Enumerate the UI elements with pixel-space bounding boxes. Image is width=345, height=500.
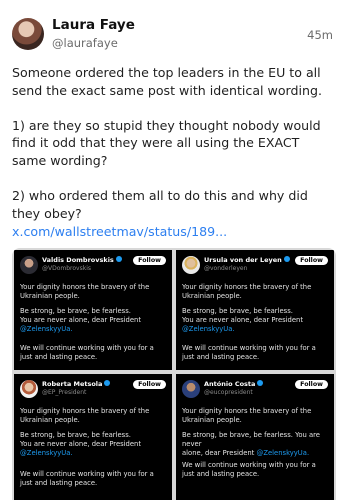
author-avatar[interactable] bbox=[12, 18, 44, 50]
tweet-card-costa: António Costa @eucopresident Follow Your… bbox=[176, 374, 334, 500]
card-author-handle: @EP_President bbox=[42, 389, 87, 396]
follow-button: Follow bbox=[133, 380, 166, 389]
tweet-card-dombrovskis: Valdis Dombrovskis @VDombrovskis Follow … bbox=[14, 250, 172, 370]
avatar bbox=[182, 256, 200, 274]
embedded-image[interactable]: Valdis Dombrovskis @VDombrovskis Follow … bbox=[12, 248, 336, 500]
card-author-name: Ursula von der Leyen bbox=[204, 256, 290, 264]
post-link[interactable]: x.com/wallstreetmav/status/189... bbox=[12, 224, 227, 239]
card-paragraph-3: We will continue working with you for a … bbox=[182, 461, 316, 478]
card-paragraph-2: Be strong, be brave, be fearless. You are… bbox=[20, 431, 142, 457]
tweet-card-von-der-leyen: Ursula von der Leyen @vonderleyen Follow… bbox=[176, 250, 334, 370]
post-body: Someone ordered the top leaders in the E… bbox=[12, 65, 322, 221]
card-paragraph-3: We will continue working with you for a … bbox=[20, 470, 154, 487]
card-paragraph-2: Be strong, be brave, be fearless. You are… bbox=[182, 307, 304, 333]
follow-button: Follow bbox=[295, 256, 328, 265]
card-author-name: Roberta Metsola bbox=[42, 380, 111, 388]
card-author-handle: @eucopresident bbox=[204, 389, 253, 396]
verified-icon bbox=[257, 380, 264, 386]
card-paragraph-1: Your dignity honors the bravery of the U… bbox=[182, 283, 312, 300]
card-paragraph-2: Be strong, be brave, be fearless. You are… bbox=[20, 307, 142, 333]
author-name[interactable]: Laura Faye bbox=[52, 17, 135, 33]
card-paragraph-3: We will continue working with you for a … bbox=[182, 344, 316, 361]
avatar bbox=[20, 256, 38, 274]
card-author-handle: @vonderleyen bbox=[204, 265, 248, 272]
post-timestamp[interactable]: 45m bbox=[307, 28, 333, 42]
card-paragraph-1: Your dignity honors the bravery of the U… bbox=[182, 407, 312, 424]
author-handle[interactable]: @laurafaye bbox=[52, 36, 118, 50]
avatar bbox=[20, 380, 38, 398]
verified-icon bbox=[283, 256, 290, 262]
follow-button: Follow bbox=[133, 256, 166, 265]
avatar bbox=[182, 380, 200, 398]
post: Laura Faye @laurafaye 45m Someone ordere… bbox=[0, 0, 345, 500]
card-paragraph-1: Your dignity honors the bravery of the U… bbox=[20, 407, 150, 424]
card-paragraph-3: We will continue working with you for a … bbox=[20, 344, 154, 361]
card-paragraph-1: Your dignity honors the bravery of the U… bbox=[20, 283, 150, 300]
card-author-name: Valdis Dombrovskis bbox=[42, 256, 122, 264]
card-paragraph-2: Be strong, be brave, be fearless. You ar… bbox=[182, 431, 320, 457]
verified-icon bbox=[115, 256, 122, 262]
verified-icon bbox=[104, 380, 111, 386]
card-author-handle: @VDombrovskis bbox=[42, 265, 91, 272]
tweet-card-metsola: Roberta Metsola @EP_President Follow You… bbox=[14, 374, 172, 500]
follow-button: Follow bbox=[295, 380, 328, 389]
card-author-name: António Costa bbox=[204, 380, 264, 388]
